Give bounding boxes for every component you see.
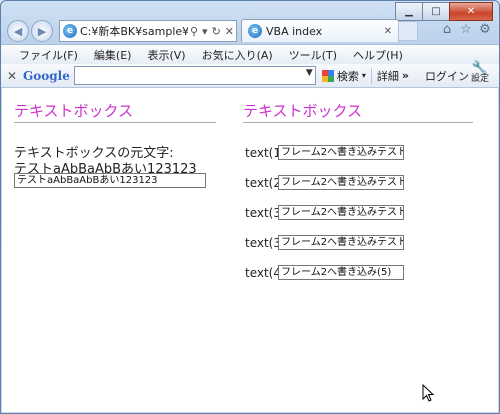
- tab-title: VBA index: [266, 24, 323, 38]
- back-arrow-icon: ◀: [13, 24, 23, 38]
- mouse-cursor-icon: [422, 384, 434, 402]
- right-heading: テキストボックス: [243, 102, 363, 120]
- favorites-star-icon[interactable]: ☆: [458, 21, 474, 37]
- left-heading: テキストボックス: [14, 102, 134, 120]
- wrench-icon: 🔧: [471, 61, 489, 76]
- stop-icon[interactable]: ✕: [223, 25, 236, 38]
- google-search-icon: [321, 69, 334, 82]
- menu-bar: ファイル(F) 編集(E) 表示(V) お気に入り(A) ツール(T) ヘルプ(…: [1, 44, 499, 65]
- dropdown-icon[interactable]: ▾: [200, 25, 210, 38]
- forward-button[interactable]: ▶: [31, 20, 53, 42]
- menu-help[interactable]: ヘルプ(H): [353, 47, 403, 63]
- text-box-3[interactable]: フレーム2へ書き込みテスト(3): [278, 205, 404, 220]
- right-divider: [243, 122, 473, 123]
- menu-view[interactable]: 表示(V): [147, 47, 185, 63]
- details-button[interactable]: 詳細: [377, 68, 399, 84]
- text-box-1[interactable]: フレーム2へ書き込みテスト(1): [278, 145, 404, 160]
- search-dropdown-icon[interactable]: ▼: [306, 68, 313, 78]
- settings-label: 設定: [470, 74, 489, 84]
- settings-button[interactable]: 🔧 設定: [467, 61, 493, 84]
- login-button[interactable]: ログイン: [425, 68, 469, 84]
- tab-vba-index[interactable]: e VBA index ✕: [241, 19, 399, 42]
- refresh-icon[interactable]: ↻: [210, 25, 223, 38]
- text-box-5[interactable]: フレーム2へ書き込み(5): [278, 265, 404, 280]
- ie-page-icon: e: [63, 24, 77, 38]
- google-search-input[interactable]: ▼: [73, 66, 316, 85]
- address-url: C:¥新本BK¥sample¥サン: [80, 25, 188, 38]
- left-divider: [14, 122, 216, 123]
- menu-favorites[interactable]: お気に入り(A): [202, 47, 273, 63]
- google-search-label: 検索: [336, 69, 359, 83]
- google-logo: Google: [23, 68, 70, 83]
- search-icon[interactable]: ⚲: [188, 25, 200, 38]
- browser-window: ▁ □ ✕ ◀ ▶ e C:¥新本BK¥sample¥サン ⚲ ▾ ↻ ✕ e …: [0, 0, 500, 414]
- back-button[interactable]: ◀: [7, 20, 29, 42]
- menu-edit[interactable]: 編集(E): [94, 47, 132, 63]
- home-icon[interactable]: ⌂: [439, 21, 455, 37]
- text-box-2[interactable]: フレーム2へ書き込みテスト(2): [278, 175, 404, 190]
- tab-close-icon[interactable]: ✕: [384, 26, 392, 37]
- address-bar[interactable]: e C:¥新本BK¥sample¥サン ⚲ ▾ ↻ ✕: [59, 20, 237, 42]
- menu-file[interactable]: ファイル(F): [19, 47, 78, 63]
- toolbar-close-icon[interactable]: ✕: [1, 69, 23, 83]
- google-search-button[interactable]: 検索 ▾: [321, 68, 366, 84]
- page-content: テキストボックス テキストボックスの元文字: テストaAbBaAbBあい1231…: [2, 88, 498, 412]
- navigation-bar: ◀ ▶ e C:¥新本BK¥sample¥サン ⚲ ▾ ↻ ✕ e VBA in…: [5, 19, 495, 43]
- google-toolbar: ✕ Google ▼ 検索 ▾ 詳細 » ログイン 🔧 設定: [1, 61, 499, 88]
- forward-arrow-icon: ▶: [37, 24, 47, 38]
- chevron-right-icon[interactable]: »: [402, 69, 409, 82]
- toolbar-separator: [370, 67, 372, 84]
- text-box-4[interactable]: フレーム2へ書き込みテスト(4): [278, 235, 404, 250]
- tools-gear-icon[interactable]: ⚙: [477, 21, 493, 37]
- menu-tools[interactable]: ツール(T): [289, 47, 337, 63]
- source-textbox[interactable]: テストaAbBaAbBあい123123: [14, 173, 206, 188]
- ie-tab-icon: e: [248, 24, 262, 38]
- new-tab-button[interactable]: [398, 21, 418, 41]
- browser-icons: ⌂ ☆ ⚙: [439, 21, 493, 37]
